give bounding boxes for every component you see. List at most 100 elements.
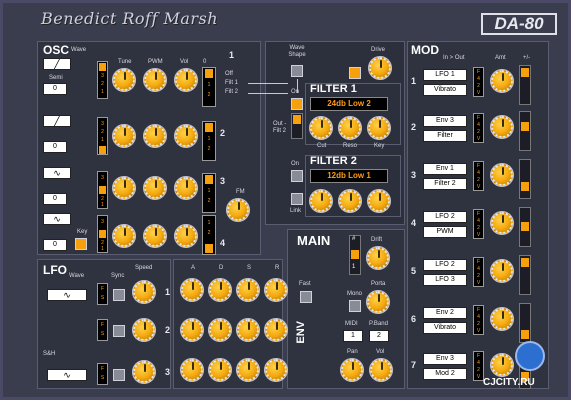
mod-polarity-slider[interactable]: [519, 111, 531, 151]
mod-input-select[interactable]: Env 3: [423, 353, 467, 365]
osc2-semi-value[interactable]: 0: [43, 141, 67, 153]
drive-knob[interactable]: [369, 57, 391, 79]
mod-output-select[interactable]: PWM: [423, 226, 467, 238]
osc4-semi-value[interactable]: 0: [43, 239, 67, 251]
env3-a-knob[interactable]: [181, 359, 203, 381]
env3-d-knob[interactable]: [209, 359, 231, 381]
env3-r-knob[interactable]: [265, 359, 287, 381]
drive-button[interactable]: [349, 67, 361, 79]
lfo1-speed-knob[interactable]: [133, 281, 155, 303]
lfo3-fs-switch[interactable]: FS: [97, 363, 108, 385]
env2-d-knob[interactable]: [209, 319, 231, 341]
osc2-wave-select[interactable]: ╱: [43, 115, 71, 127]
mono-button[interactable]: [349, 300, 361, 312]
osc1-tune-knob[interactable]: [113, 69, 135, 91]
osc3-semi-value[interactable]: 0: [43, 193, 67, 205]
lfo1-fs-switch[interactable]: FS: [97, 283, 108, 305]
lfo3-sync-button[interactable]: [113, 369, 125, 381]
mod-scale-switch[interactable]: F42V: [473, 161, 484, 191]
mod-polarity-slider[interactable]: [519, 65, 531, 105]
osc2-octave-switch[interactable]: 321: [97, 117, 108, 155]
filter-out-switch[interactable]: [291, 113, 303, 139]
midi-channel-value[interactable]: 1: [343, 330, 363, 342]
main-vol-knob[interactable]: [370, 359, 392, 381]
mod-output-select[interactable]: Vibrato: [423, 322, 467, 334]
osc3-vol-knob[interactable]: [175, 177, 197, 199]
mod-amount-knob[interactable]: [491, 212, 513, 234]
mod-scale-switch[interactable]: F42V: [473, 257, 484, 287]
filter-link-button[interactable]: [291, 193, 303, 205]
filter1-type-display[interactable]: 24db Low 2: [310, 97, 388, 111]
voices-switch[interactable]: #1: [349, 235, 361, 275]
osc1-octave-switch[interactable]: 321: [97, 61, 108, 99]
pan-knob[interactable]: [341, 359, 363, 381]
mod-amount-knob[interactable]: [491, 116, 513, 138]
mod-scale-switch[interactable]: F42V: [473, 67, 484, 97]
env2-r-knob[interactable]: [265, 319, 287, 341]
env1-r-knob[interactable]: [265, 279, 287, 301]
filter1-cut-knob[interactable]: [310, 117, 332, 139]
filter2-type-display[interactable]: 12db Low 1: [310, 169, 388, 183]
mod-output-select[interactable]: Vibrato: [423, 84, 467, 96]
osc1-vol-knob[interactable]: [175, 69, 197, 91]
osc3-route-switch[interactable]: 12: [202, 173, 216, 213]
osc4-wave-select[interactable]: ∿: [43, 213, 71, 225]
filter1-reso-knob[interactable]: [339, 117, 361, 139]
osc4-key-button[interactable]: [75, 238, 87, 250]
env2-a-knob[interactable]: [181, 319, 203, 341]
porta-knob[interactable]: [367, 291, 389, 313]
pband-value[interactable]: 2: [369, 330, 389, 342]
filter2-on-button[interactable]: [291, 170, 303, 182]
mod-polarity-slider[interactable]: [519, 303, 531, 343]
mod-input-select[interactable]: LFO 1: [423, 69, 467, 81]
osc1-pwm-knob[interactable]: [144, 69, 166, 91]
env1-d-knob[interactable]: [209, 279, 231, 301]
mod-output-select[interactable]: Filter 2: [423, 178, 467, 190]
mod-polarity-slider[interactable]: [519, 255, 531, 295]
mod-amount-knob[interactable]: [491, 164, 513, 186]
filter1-key-knob[interactable]: [368, 117, 390, 139]
drift-knob[interactable]: [367, 247, 389, 269]
mod-input-select[interactable]: LFO 2: [423, 259, 467, 271]
mod-input-select[interactable]: Env 3: [423, 115, 467, 127]
mod-scale-switch[interactable]: F42V: [473, 209, 484, 239]
env-fast-button[interactable]: [300, 291, 312, 303]
osc1-semi-value[interactable]: 0: [43, 83, 67, 95]
osc4-octave-switch[interactable]: 321: [97, 215, 108, 253]
lfo1-sync-button[interactable]: [113, 289, 125, 301]
env3-s-knob[interactable]: [237, 359, 259, 381]
osc4-vol-knob[interactable]: [175, 225, 197, 247]
mod-scale-switch[interactable]: F42V: [473, 113, 484, 143]
osc4-route-switch[interactable]: 12: [202, 215, 216, 255]
lfo3-wave-select[interactable]: ∿: [47, 369, 87, 381]
osc3-pwm-knob[interactable]: [144, 177, 166, 199]
env1-s-knob[interactable]: [237, 279, 259, 301]
osc3-octave-switch[interactable]: 321: [97, 171, 108, 209]
mod-scale-switch[interactable]: F42V: [473, 305, 484, 335]
filter1-on-button[interactable]: [291, 98, 303, 110]
waveshape-button[interactable]: [291, 65, 303, 77]
osc2-tune-knob[interactable]: [113, 125, 135, 147]
filter2-key-knob[interactable]: [368, 190, 390, 212]
osc1-route-switch[interactable]: 12: [202, 67, 216, 107]
mod-polarity-slider[interactable]: [519, 207, 531, 247]
lfo2-sync-button[interactable]: [113, 325, 125, 337]
filter2-cut-knob[interactable]: [310, 190, 332, 212]
filter2-reso-knob[interactable]: [339, 190, 361, 212]
env2-s-knob[interactable]: [237, 319, 259, 341]
mod-input-select[interactable]: LFO 2: [423, 211, 467, 223]
lfo2-fs-switch[interactable]: FS: [97, 319, 108, 341]
osc3-wave-select[interactable]: ∿: [43, 167, 71, 179]
mod-amount-knob[interactable]: [491, 354, 513, 376]
mod-amount-knob[interactable]: [491, 260, 513, 282]
mod-input-select[interactable]: Env 1: [423, 163, 467, 175]
mod-output-select[interactable]: Mod 2: [423, 368, 467, 380]
mod-polarity-slider[interactable]: [519, 159, 531, 199]
osc4-pwm-knob[interactable]: [144, 225, 166, 247]
lfo1-wave-select[interactable]: ∿: [47, 289, 87, 301]
lfo2-speed-knob[interactable]: [133, 319, 155, 341]
mod-output-select[interactable]: LFO 3: [423, 274, 467, 286]
mod-amount-knob[interactable]: [491, 308, 513, 330]
osc2-pwm-knob[interactable]: [144, 125, 166, 147]
osc2-vol-knob[interactable]: [175, 125, 197, 147]
